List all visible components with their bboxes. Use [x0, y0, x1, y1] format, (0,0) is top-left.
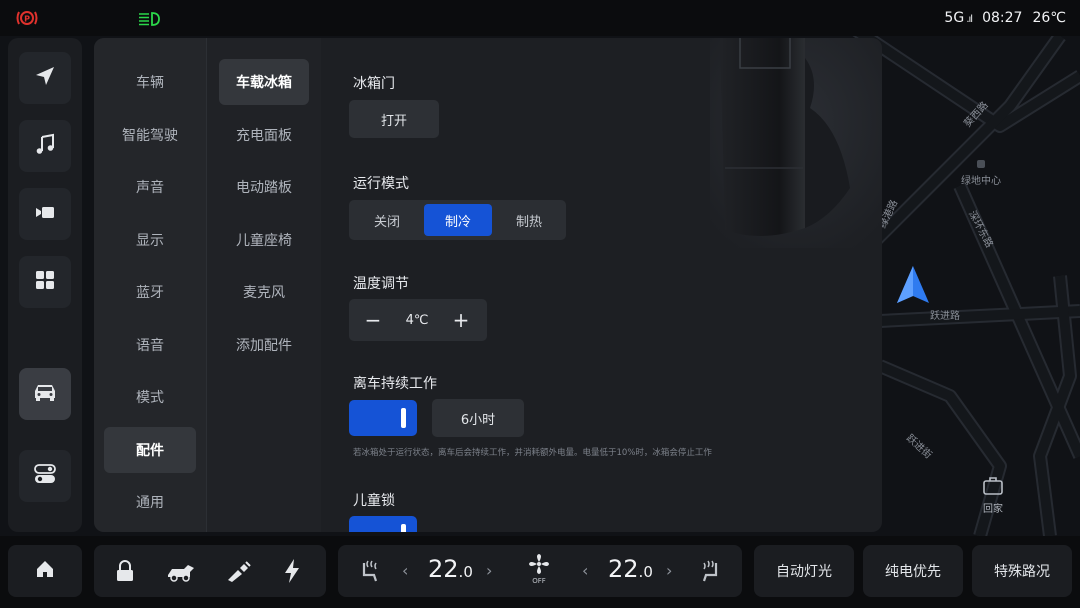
home-button[interactable] [8, 545, 82, 597]
vehicle-quick-controls [94, 545, 326, 597]
signal-icon: .ıl [964, 14, 973, 25]
keep-working-duration-button[interactable]: 6小时 [432, 399, 524, 437]
run-mode-off[interactable]: 关闭 [353, 204, 421, 236]
dock-apps-button[interactable] [19, 256, 71, 308]
status-bar: P 5G .ıl 08:27 26℃ [0, 0, 1080, 36]
left-temperature: 22.0 [428, 555, 473, 583]
category-voice[interactable]: 语音 [104, 322, 196, 368]
sub-child-seat[interactable]: 儿童座椅 [219, 217, 309, 263]
sub-microphone[interactable]: 麦克风 [219, 269, 309, 315]
category-mode[interactable]: 模式 [104, 374, 196, 420]
settings-panel: 车辆 智能驾驶 声音 显示 蓝牙 语音 模式 配件 通用 车载冰箱 充电面板 电… [94, 38, 882, 532]
video-icon [34, 204, 56, 224]
category-sound[interactable]: 声音 [104, 164, 196, 210]
run-mode-cool[interactable]: 制冷 [424, 204, 492, 236]
climate-controls: ‹ 22.0 › OFF ‹ 22.0 › [338, 545, 742, 597]
briefcase-icon [982, 477, 1004, 500]
category-accessories[interactable]: 配件 [104, 427, 196, 473]
road-label: 跃进路 [930, 311, 960, 322]
sub-power-step[interactable]: 电动踏板 [219, 164, 309, 210]
dock-navigation-button[interactable] [19, 52, 71, 104]
sub-add-accessory[interactable]: 添加配件 [219, 322, 309, 368]
subcategory-list: 车载冰箱 充电面板 电动踏板 儿童座椅 麦克风 添加配件 [206, 38, 321, 532]
toggle-knob [401, 408, 406, 428]
dock-controls-button[interactable] [19, 450, 71, 502]
category-display[interactable]: 显示 [104, 217, 196, 263]
passenger-seat-heat-icon[interactable] [700, 559, 724, 587]
navigation-icon [34, 65, 56, 91]
lock-icon[interactable] [116, 560, 134, 586]
network-indicator: 5G .ıl [944, 10, 973, 26]
lightning-icon[interactable] [284, 559, 300, 587]
fan-button[interactable]: OFF [526, 553, 552, 593]
temperature-value: 4℃ [405, 312, 429, 328]
child-lock-title: 儿童锁 [353, 493, 395, 509]
toggle-controls-icon [34, 464, 56, 488]
temperature-stepper: − 4℃ + [349, 299, 487, 341]
sub-charging-panel[interactable]: 充电面板 [219, 112, 309, 158]
outside-temperature: 26℃ [1032, 10, 1066, 26]
temperature-title: 温度调节 [353, 276, 409, 292]
auto-lights-button[interactable]: 自动灯光 [754, 545, 854, 597]
category-vehicle[interactable]: 车辆 [104, 59, 196, 105]
special-road-button[interactable]: 特殊路况 [972, 545, 1072, 597]
left-temp-increase-icon[interactable]: › [486, 561, 492, 580]
car-icon [32, 382, 58, 406]
sub-fridge[interactable]: 车载冰箱 [219, 59, 309, 105]
apps-grid-icon [35, 270, 55, 294]
fridge-door-title: 冰箱门 [353, 76, 395, 92]
svg-text:P: P [24, 15, 30, 24]
right-temp-decrease-icon[interactable]: ‹ [582, 561, 588, 580]
home-shortcut[interactable]: 回家 [972, 476, 1014, 524]
child-lock-toggle[interactable] [349, 516, 417, 532]
charge-port-icon[interactable] [226, 560, 252, 586]
keep-working-title: 离车持续工作 [353, 376, 437, 392]
driver-seat-heat-icon[interactable] [356, 559, 380, 587]
trunk-icon[interactable] [166, 560, 196, 586]
category-bluetooth[interactable]: 蓝牙 [104, 269, 196, 315]
right-temp-increase-icon[interactable]: › [666, 561, 672, 580]
ev-priority-button[interactable]: 纯电优先 [863, 545, 963, 597]
keep-working-toggle[interactable] [349, 400, 417, 436]
category-smart-driving[interactable]: 智能驾驶 [104, 112, 196, 158]
category-general[interactable]: 通用 [104, 479, 196, 525]
headlight-indicator-icon [138, 11, 160, 30]
category-list: 车辆 智能驾驶 声音 显示 蓝牙 语音 模式 配件 通用 [94, 38, 206, 532]
keep-working-note: 若冰箱处于运行状态，离车后会持续工作，并消耗额外电量。电量低于10%时，冰箱会停… [353, 448, 712, 458]
left-dock [8, 38, 82, 532]
run-mode-selector: 关闭 制冷 制热 [349, 200, 566, 240]
left-temp-decrease-icon[interactable]: ‹ [402, 561, 408, 580]
home-label: 回家 [983, 504, 1003, 515]
right-temperature: 22.0 [608, 555, 653, 583]
poi-label: 绿地中心 [961, 176, 1001, 187]
poi-icon [976, 154, 986, 173]
fridge-settings: 冰箱门 打开 运行模式 关闭 制冷 制热 温度调节 − 4℃ + 离车持续工作 … [320, 38, 882, 532]
dock-car-button[interactable] [19, 368, 71, 420]
toggle-knob [401, 524, 406, 532]
run-mode-title: 运行模式 [353, 176, 409, 192]
run-mode-heat[interactable]: 制热 [495, 204, 563, 236]
dock-music-button[interactable] [19, 120, 71, 172]
home-icon [35, 559, 55, 583]
music-icon [34, 133, 56, 159]
fridge-image [710, 38, 882, 248]
dock-video-button[interactable] [19, 188, 71, 240]
temperature-decrease-button[interactable]: − [353, 304, 393, 336]
temperature-increase-button[interactable]: + [441, 304, 481, 336]
clock: 08:27 [982, 10, 1023, 26]
parking-brake-icon: P [16, 9, 38, 31]
open-fridge-door-button[interactable]: 打开 [349, 100, 439, 138]
navigation-arrow-icon [896, 266, 930, 308]
